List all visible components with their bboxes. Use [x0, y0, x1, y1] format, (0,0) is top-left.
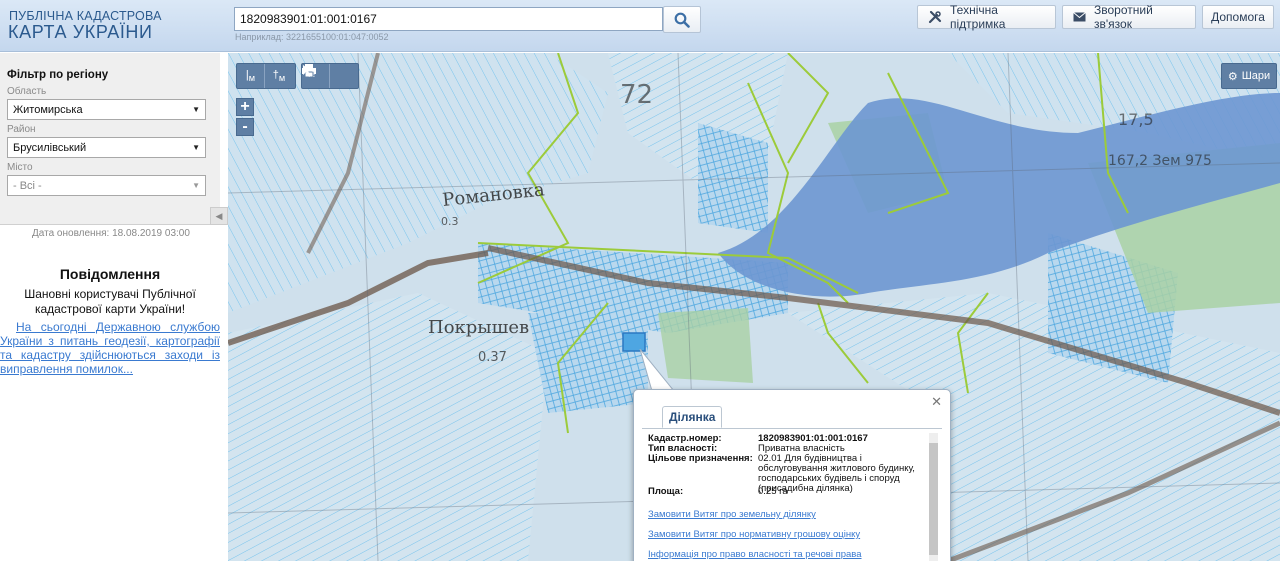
- notice-title: Повідомлення: [59, 266, 161, 282]
- oblast-label: Область: [7, 86, 47, 97]
- zoom-out-button[interactable]: -: [236, 118, 254, 136]
- print-toolbar: ?: [301, 63, 359, 89]
- map-label-number: 72: [620, 80, 653, 110]
- mail-icon: [1073, 12, 1086, 22]
- oblast-select[interactable]: Житомирська ▼: [7, 99, 206, 120]
- misto-value: - Всі -: [13, 179, 42, 192]
- tools-icon: [928, 10, 942, 24]
- cadastral-search-input[interactable]: [234, 7, 663, 31]
- map-label-pokryshev: Покрышев: [428, 317, 529, 338]
- close-icon[interactable]: ✕: [931, 394, 942, 410]
- help-label: Допомога: [1211, 10, 1265, 24]
- sidebar: Фільтр по регіону Область Житомирська ▼ …: [0, 53, 228, 561]
- logo-title-bottom[interactable]: КАРТА УКРАЇНИ: [8, 22, 153, 43]
- info-key: Цільове призначення:: [648, 453, 753, 464]
- tech-support-label: Технічна підтримка: [950, 3, 1006, 31]
- ownership-info-link[interactable]: Інформація про право власності та речові…: [648, 549, 862, 560]
- popup-scrollbar-thumb[interactable]: [929, 443, 938, 555]
- order-extract-link[interactable]: Замовити Витяг про земельну ділянку: [648, 509, 816, 520]
- measure-toolbar: |м †м: [236, 63, 296, 89]
- notice-link[interactable]: На сьогодні Державною службою України з …: [0, 320, 220, 376]
- gear-icon: ⚙: [1227, 70, 1238, 83]
- map-label-altitude: 0.37: [478, 350, 507, 365]
- ruler-icon: |м: [245, 68, 256, 84]
- map-label-small: 0.3: [441, 215, 459, 228]
- identify-button[interactable]: ?: [303, 64, 358, 88]
- search-hint: Наприклад: 3221655100:01:047:0052: [235, 32, 389, 42]
- layers-label: Шари: [1241, 70, 1271, 82]
- map-view[interactable]: Романовка Покрышев 0.37 72 17,5 167,2 Зе…: [228, 53, 1280, 561]
- chevron-left-icon: ◀: [215, 210, 223, 221]
- dropdown-arrow-icon: ▼: [192, 181, 200, 190]
- search-button[interactable]: [663, 6, 701, 33]
- logo-title-top: ПУБЛІЧНА КАДАСТРОВА: [9, 9, 162, 23]
- measure-distance-button[interactable]: |м: [237, 64, 265, 88]
- tech-support-button[interactable]: Технічна підтримка: [917, 3, 1056, 31]
- info-key: Площа:: [648, 486, 684, 497]
- parcel-info-body: Кадастр.номер: 1820983901:01:001:0167 Ти…: [642, 428, 942, 561]
- layers-button[interactable]: ⚙ Шари: [1221, 63, 1277, 89]
- map-label-depth: 17,5: [1118, 110, 1154, 129]
- rayon-value: Брусилівський: [13, 141, 87, 154]
- rayon-select[interactable]: Брусилівський ▼: [7, 137, 206, 158]
- map-label-elevation: 167,2 Зем 975: [1108, 153, 1212, 169]
- notice-greeting: Шановні користувачі Публічної кадастрово…: [24, 287, 196, 316]
- help-button[interactable]: Допомога: [1202, 5, 1274, 29]
- search-icon: [674, 12, 690, 28]
- region-filter-panel: Фільтр по регіону Область Житомирська ▼ …: [0, 53, 220, 225]
- collapse-sidebar-button[interactable]: ◀: [210, 207, 228, 225]
- oblast-value: Житомирська: [13, 103, 83, 116]
- update-date: Дата оновлення: 18.08.2019 03:00: [32, 228, 190, 239]
- measure-area-button[interactable]: †м: [265, 64, 293, 88]
- zoom-in-button[interactable]: +: [236, 98, 254, 116]
- order-valuation-link[interactable]: Замовити Витяг про нормативну грошову оц…: [648, 529, 860, 540]
- misto-select[interactable]: - Всі - ▼: [7, 175, 206, 196]
- header-bar: ПУБЛІЧНА КАДАСТРОВА КАРТА УКРАЇНИ Наприк…: [0, 0, 1280, 52]
- info-value-area: 0.25 га: [758, 486, 788, 497]
- tab-parcel[interactable]: Ділянка: [662, 406, 723, 428]
- popup-pointer: [639, 349, 676, 392]
- feedback-label: Зворотний зв'язок: [1094, 3, 1153, 31]
- area-ruler-icon: †м: [272, 68, 286, 84]
- cursor-help-icon: ?: [303, 65, 316, 78]
- dropdown-arrow-icon: ▼: [192, 143, 200, 152]
- parcel-info-popup: ✕ Ділянка Кадастр.номер: 1820983901:01:0…: [633, 389, 951, 561]
- misto-label: Місто: [7, 162, 33, 173]
- dropdown-arrow-icon: ▼: [192, 105, 200, 114]
- rayon-label: Район: [7, 124, 36, 135]
- filter-title: Фільтр по регіону: [7, 69, 109, 81]
- feedback-button[interactable]: Зворотний зв'язок: [1062, 3, 1196, 31]
- svg-text:?: ?: [312, 70, 316, 78]
